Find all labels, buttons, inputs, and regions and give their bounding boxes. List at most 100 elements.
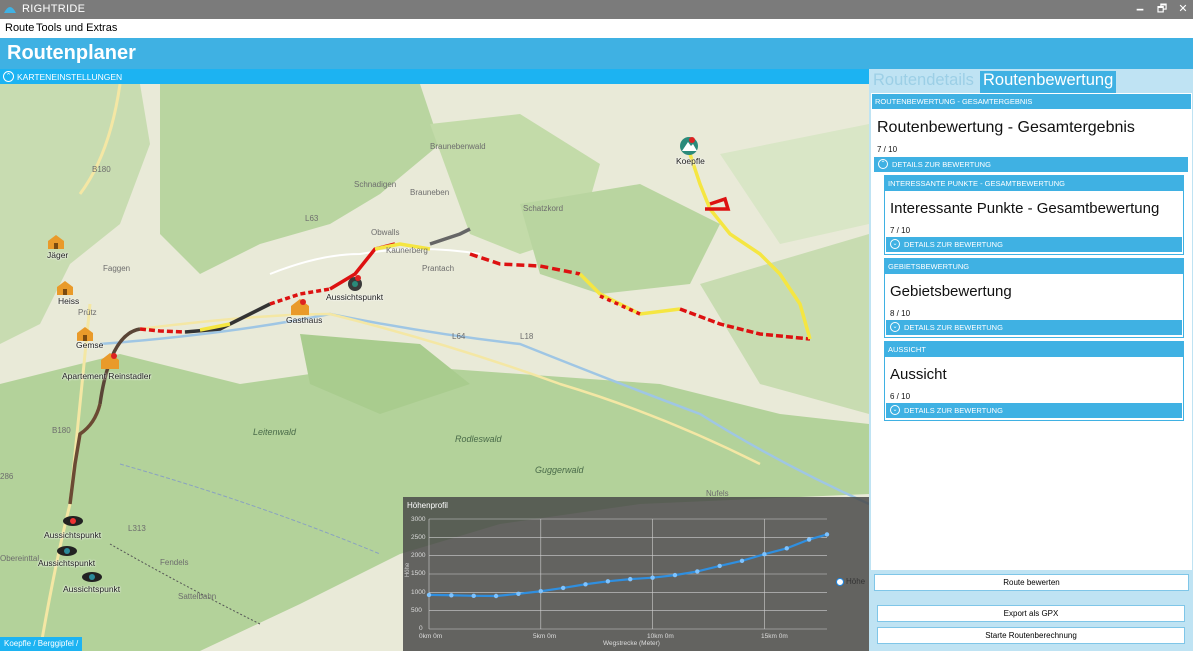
map-label: Kaunerberg bbox=[386, 246, 428, 255]
rating-header: ROUTENBEWERTUNG - GESAMTERGEBNIS bbox=[872, 94, 1191, 109]
poi-label-aussicht-3: Aussichtspunkt bbox=[63, 584, 121, 594]
profile-legend[interactable]: Höhe bbox=[836, 577, 865, 586]
menu-route[interactable]: Route bbox=[5, 22, 34, 34]
section-details-toggle[interactable]: ⌄ DETAILS ZUR BEWERTUNG bbox=[886, 403, 1182, 418]
data-point bbox=[471, 593, 476, 599]
data-point bbox=[784, 546, 789, 551]
map-label: Sattelbahn bbox=[178, 592, 217, 601]
map-label: Rodleswald bbox=[455, 434, 502, 444]
poi-label-aussicht-2: Aussichtspunkt bbox=[38, 558, 96, 568]
map-label: Schatzkord bbox=[523, 204, 564, 213]
section-title: Gebietsbewertung bbox=[890, 283, 1012, 300]
map-settings-bar[interactable]: ⌃ KARTENEINSTELLUNGEN bbox=[0, 69, 869, 84]
data-point bbox=[695, 569, 700, 574]
tab-routendetails[interactable]: Routendetails bbox=[873, 71, 974, 90]
data-point bbox=[583, 582, 588, 587]
data-point bbox=[628, 576, 633, 582]
rating-title: Routenbewertung - Gesamtergebnis bbox=[877, 119, 1135, 136]
rating-score: 7 / 10 bbox=[877, 145, 898, 154]
section-title: Interessante Punkte - Gesamtbewertung bbox=[890, 200, 1160, 217]
app-logo-icon bbox=[4, 7, 16, 13]
breadcrumb[interactable]: Koepfle / Berggipfel / bbox=[0, 637, 83, 651]
data-point bbox=[538, 589, 543, 594]
details-label: DETAILS ZUR BEWERTUNG bbox=[904, 323, 1003, 332]
rating-details-toggle[interactable]: ⌃ DETAILS ZUR BEWERTUNG bbox=[874, 157, 1188, 172]
road-label: 286 bbox=[0, 472, 14, 481]
app-title: RIGHTRIDE bbox=[22, 3, 86, 15]
legend-marker-icon bbox=[836, 577, 844, 586]
map-label: Prantach bbox=[422, 264, 455, 273]
eye-icon[interactable] bbox=[62, 515, 84, 527]
map-label: Braunebenwald bbox=[430, 142, 486, 151]
data-point bbox=[516, 591, 521, 596]
elevation-profile-panel: Höhenprofil 3000 2500 2000 1500 1000 500… bbox=[403, 497, 869, 651]
road-label: B180 bbox=[92, 165, 111, 174]
poi-label-aussicht-center: Aussichtspunkt bbox=[326, 292, 384, 302]
map-label: Guggerwald bbox=[535, 465, 584, 475]
data-point bbox=[739, 558, 745, 563]
hotel-icon[interactable] bbox=[56, 280, 74, 296]
mountain-peak-icon[interactable] bbox=[678, 136, 700, 156]
data-point bbox=[672, 572, 678, 578]
poi-label-gemse: Gemse bbox=[76, 340, 104, 350]
data-point bbox=[426, 592, 432, 598]
map-label: Obereinttal bbox=[0, 554, 40, 563]
section-score: 7 / 10 bbox=[890, 226, 911, 235]
rate-route-button[interactable]: Route bewerten bbox=[874, 574, 1189, 591]
map-settings-label: KARTENEINSTELLUNGEN bbox=[17, 72, 123, 82]
section-header: INTERESSANTE PUNKTE - GESAMTBEWERTUNG bbox=[885, 176, 1183, 191]
data-point bbox=[806, 537, 812, 542]
road-label: L313 bbox=[128, 524, 146, 533]
title-bar: RIGHTRIDE 🗕 🗗 ✕ bbox=[0, 0, 1193, 19]
section-header: GEBIETSBEWERTUNG bbox=[885, 259, 1183, 274]
road-label: L63 bbox=[305, 214, 319, 223]
section-title: Aussicht bbox=[890, 366, 947, 383]
restaurant-icon[interactable] bbox=[290, 298, 310, 316]
map-label: Brauneben bbox=[410, 188, 450, 197]
elevation-chart[interactable] bbox=[403, 497, 869, 651]
details-label: DETAILS ZUR BEWERTUNG bbox=[904, 240, 1003, 249]
tab-bar: Routendetails Routenbewertung bbox=[869, 69, 1193, 93]
data-point bbox=[493, 593, 499, 599]
minimize-button[interactable]: 🗕 bbox=[1128, 1, 1152, 18]
menu-bar: Route Tools und Extras bbox=[0, 19, 1193, 38]
hotel-icon[interactable] bbox=[100, 352, 120, 370]
section-score: 8 / 10 bbox=[890, 309, 911, 318]
poi-label-heiss: Heiss bbox=[58, 296, 80, 306]
hotel-icon[interactable] bbox=[47, 234, 65, 250]
start-route-calculation-button[interactable]: Starte Routenberechnung bbox=[877, 627, 1185, 644]
rating-card: Routenbewertung - Gesamtergebnis 7 / 10 … bbox=[874, 109, 1190, 424]
poi-label-aussicht-1: Aussichtspunkt bbox=[44, 530, 102, 540]
page-title: Routenplaner bbox=[7, 42, 136, 64]
section-score: 6 / 10 bbox=[890, 392, 911, 401]
map-label: Schnadigen bbox=[354, 180, 397, 189]
map-label: Fendels bbox=[160, 558, 189, 567]
close-button[interactable]: ✕ bbox=[1171, 1, 1193, 18]
viewpoint-icon[interactable] bbox=[345, 274, 365, 292]
chevron-up-icon[interactable]: ⌃ bbox=[3, 71, 14, 82]
export-gpx-button[interactable]: Export als GPX bbox=[877, 605, 1185, 622]
legend-label: Höhe bbox=[846, 577, 866, 586]
data-point bbox=[762, 552, 767, 557]
menu-tools[interactable]: Tools und Extras bbox=[36, 22, 117, 34]
data-point bbox=[650, 575, 655, 580]
section-details-toggle[interactable]: ⌄ DETAILS ZUR BEWERTUNG bbox=[886, 320, 1182, 335]
data-point bbox=[824, 532, 830, 537]
tab-routenbewertung[interactable]: Routenbewertung bbox=[980, 71, 1117, 93]
eye-icon[interactable] bbox=[56, 545, 78, 557]
poi-label-koepfle: Koepfle bbox=[676, 156, 705, 166]
eye-icon[interactable] bbox=[81, 571, 103, 583]
section-card-gebiet: GEBIETSBEWERTUNG Gebietsbewertung 8 / 10… bbox=[884, 258, 1184, 338]
right-panel: Routendetails Routenbewertung ROUTENBEWE… bbox=[869, 69, 1193, 651]
data-point bbox=[605, 579, 611, 584]
map-label: Prütz bbox=[78, 308, 97, 317]
data-point bbox=[560, 585, 566, 591]
poi-label-gasthaus: Gasthaus bbox=[286, 315, 323, 325]
map-label: Faggen bbox=[103, 264, 131, 273]
poi-label-jaeger: Jäger bbox=[47, 250, 69, 260]
app-header: Routenplaner bbox=[0, 38, 1193, 69]
map-label: Obwalls bbox=[371, 228, 400, 237]
chevron-up-icon: ⌃ bbox=[878, 159, 888, 169]
elevation-line bbox=[428, 533, 828, 598]
section-details-toggle[interactable]: ⌄ DETAILS ZUR BEWERTUNG bbox=[886, 237, 1182, 252]
